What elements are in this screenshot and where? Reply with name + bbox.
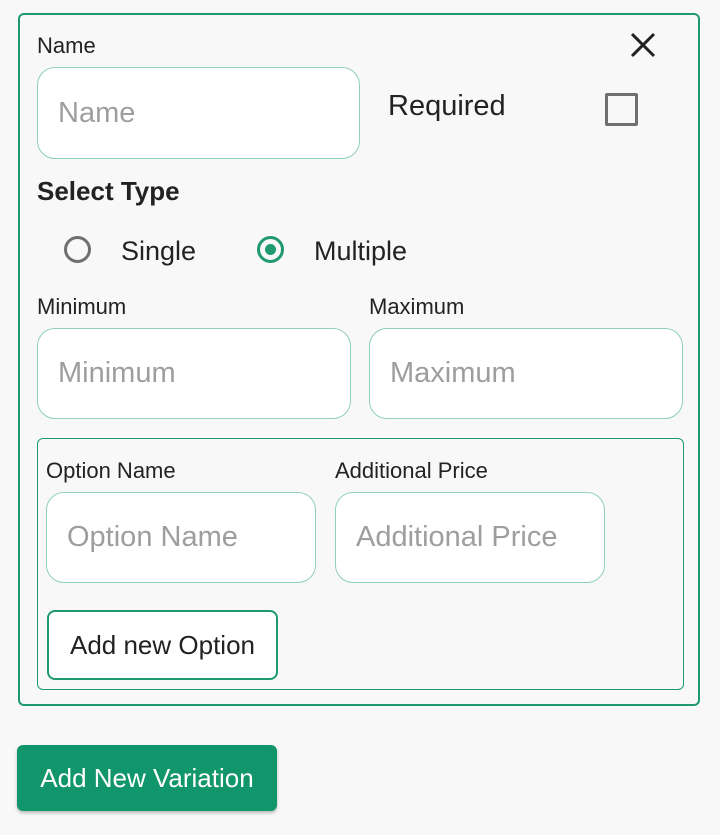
option-name-input[interactable] <box>46 492 316 583</box>
additional-price-label: Additional Price <box>335 458 488 483</box>
close-icon[interactable] <box>628 30 658 60</box>
required-checkbox[interactable] <box>605 93 638 126</box>
add-option-button[interactable]: Add new Option <box>47 610 278 680</box>
name-input[interactable] <box>37 67 360 159</box>
maximum-label: Maximum <box>369 294 465 319</box>
radio-single[interactable] <box>64 236 91 263</box>
radio-multiple[interactable] <box>257 236 284 263</box>
minimum-label: Minimum <box>37 294 127 319</box>
name-label: Name <box>37 33 96 58</box>
select-type-label: Select Type <box>37 176 180 206</box>
radio-single-label[interactable]: Single <box>121 236 196 267</box>
maximum-input[interactable] <box>369 328 683 419</box>
additional-price-input[interactable] <box>335 492 605 583</box>
option-name-label: Option Name <box>46 458 176 483</box>
required-label: Required <box>388 90 506 122</box>
minimum-input[interactable] <box>37 328 351 419</box>
add-variation-button[interactable]: Add New Variation <box>17 745 277 811</box>
radio-multiple-label[interactable]: Multiple <box>314 236 407 267</box>
